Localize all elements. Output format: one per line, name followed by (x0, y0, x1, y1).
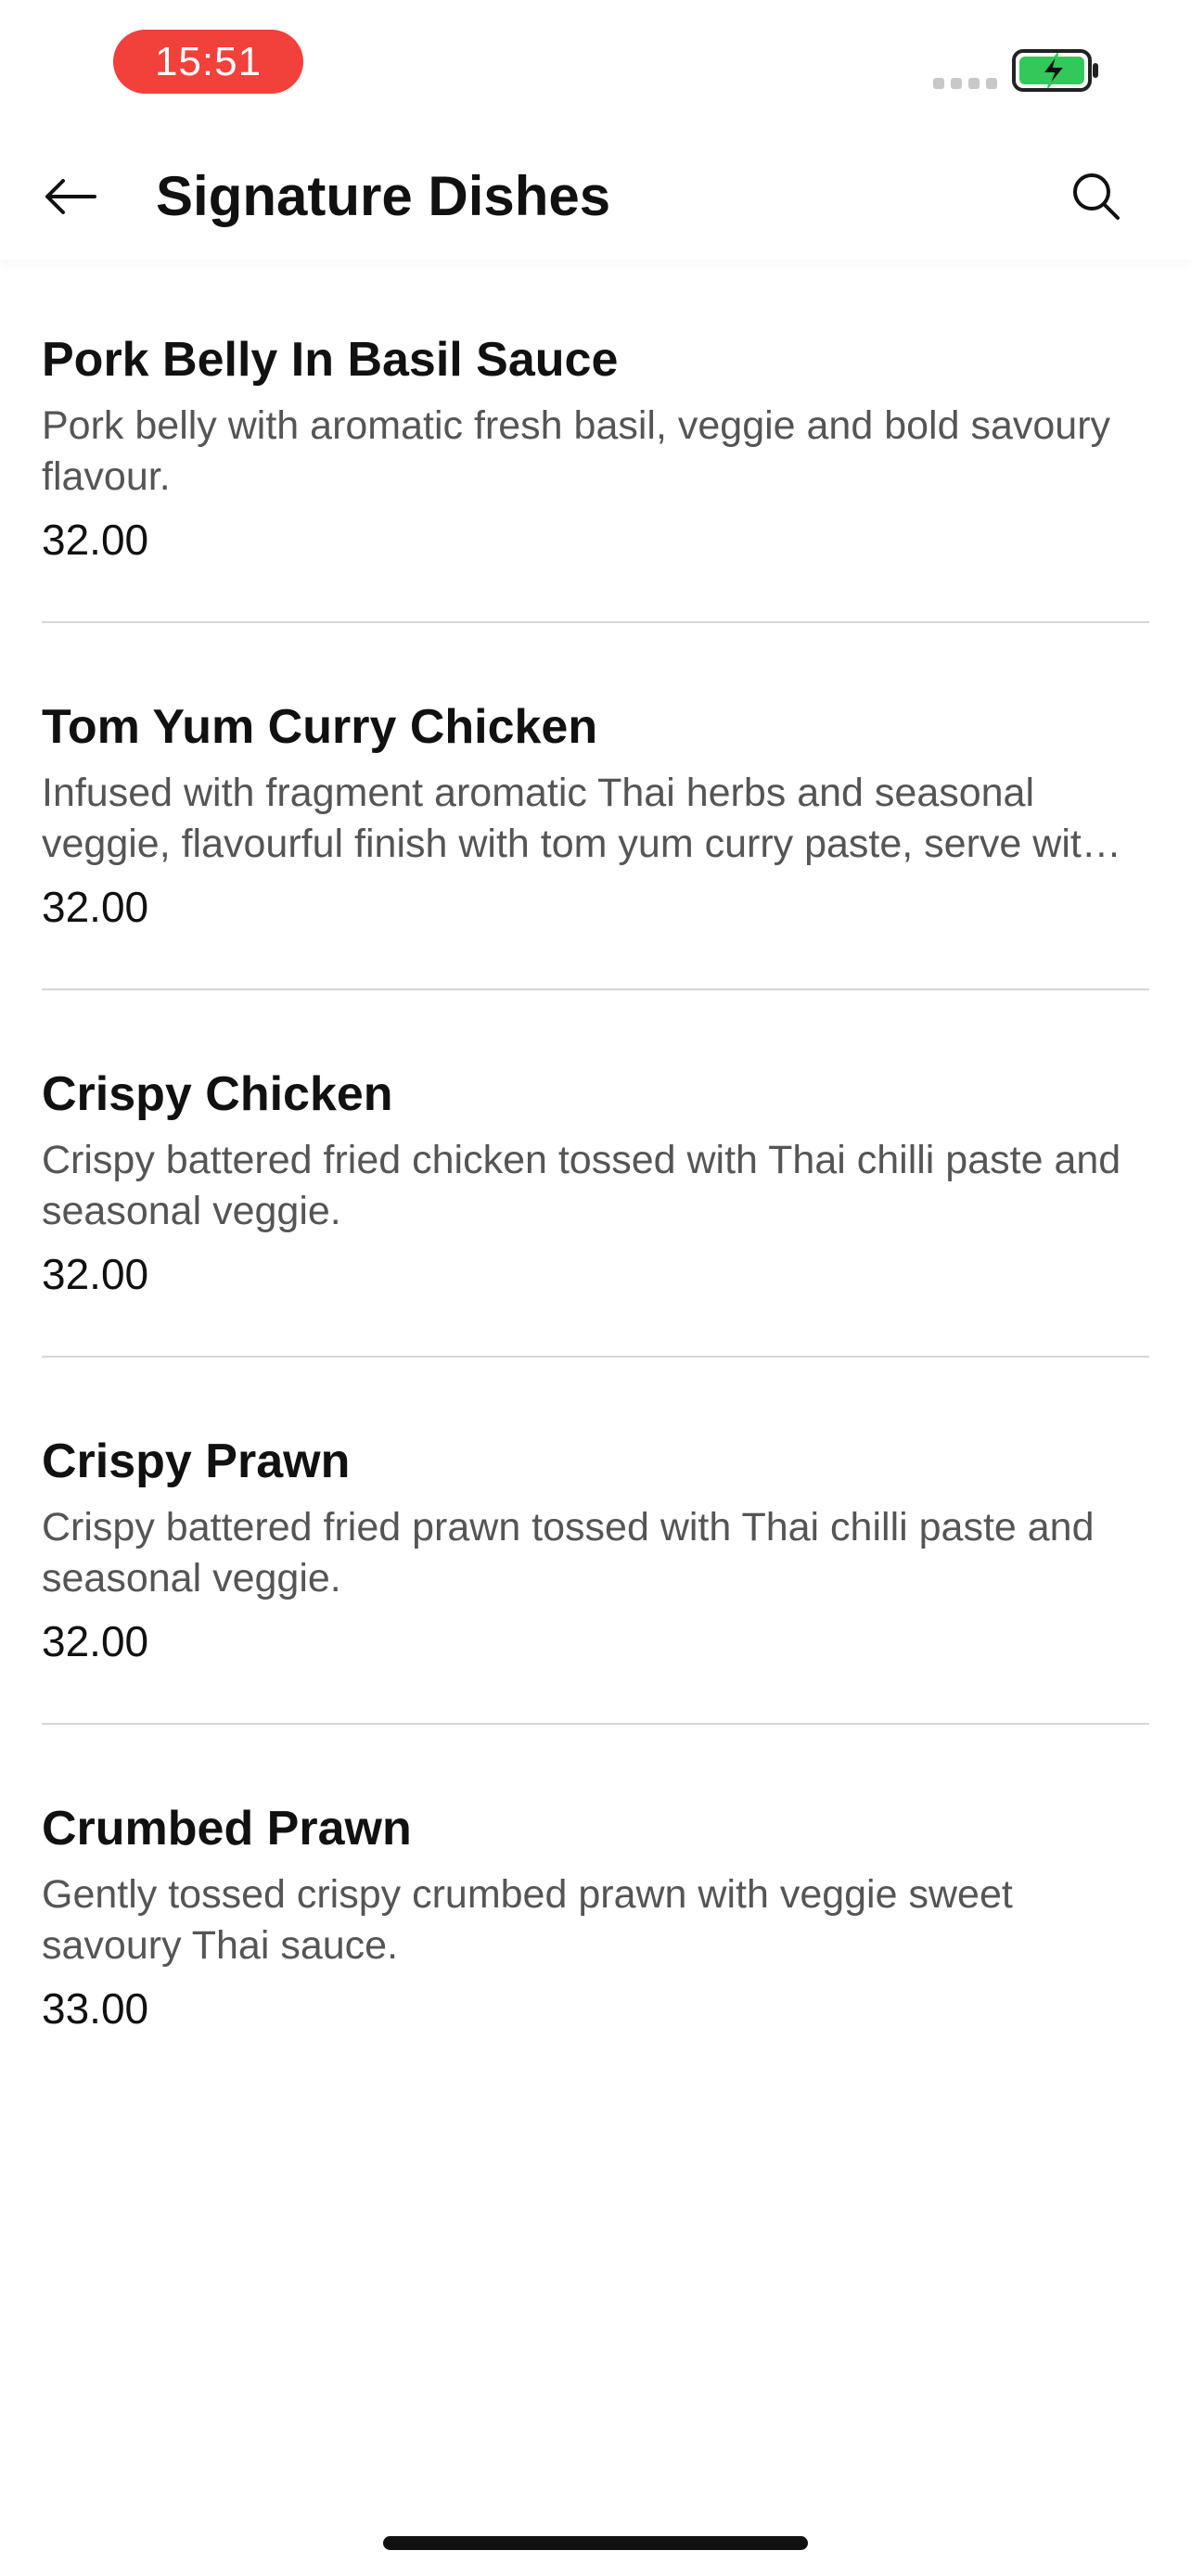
menu-item[interactable]: Crumbed Prawn Gently tossed crispy crumb… (42, 1784, 1149, 2151)
search-icon (1073, 173, 1120, 220)
signal-dots-icon (933, 78, 997, 89)
dish-price: 32.00 (42, 1617, 149, 1665)
menu-item[interactable]: Crispy Chicken Crispy battered fried chi… (42, 1050, 1149, 1417)
battery-charging-icon (1011, 48, 1100, 93)
menu-item[interactable]: Tom Yum Curry Chicken Infused with fragm… (42, 682, 1149, 1050)
dish-description: Pork belly with aromatic fresh basil, ve… (42, 403, 1111, 499)
dish-price: 32.00 (42, 516, 149, 564)
dish-name: Crumbed Prawn (42, 1802, 412, 1855)
screen: 15:51 Signature Dishes Pork Belly In Bas… (0, 0, 1191, 2576)
menu-item[interactable]: Crispy Prawn Crispy battered fried prawn… (42, 1417, 1149, 1784)
dish-description: Gently tossed crispy crumbed prawn with … (42, 1872, 1013, 1968)
menu-list: Pork Belly In Basil Sauce Pork belly wit… (42, 315, 1149, 2151)
divider (42, 1356, 1149, 1358)
divider (42, 988, 1149, 990)
arrow-left-icon (45, 179, 96, 214)
dish-name: Pork Belly In Basil Sauce (42, 333, 619, 387)
dish-price: 32.00 (42, 1250, 149, 1298)
dish-name: Tom Yum Curry Chicken (42, 700, 598, 754)
divider (42, 1723, 1149, 1725)
dish-description: Crispy battered fried prawn tossed with … (42, 1505, 1095, 1600)
search-button[interactable] (1063, 163, 1130, 230)
dish-description: Infused with fragment aromatic Thai herb… (42, 771, 1121, 866)
dish-price: 33.00 (42, 1984, 149, 2033)
dish-name: Crispy Prawn (42, 1435, 351, 1488)
dish-description: Crispy battered fried chicken tossed wit… (42, 1138, 1121, 1233)
status-time: 15:51 (113, 30, 303, 94)
divider (42, 621, 1149, 623)
dish-price: 32.00 (42, 883, 149, 931)
back-button[interactable] (37, 163, 104, 230)
app-header: Signature Dishes (0, 130, 1191, 260)
home-indicator[interactable] (383, 2536, 808, 2550)
page-title: Signature Dishes (156, 165, 611, 227)
menu-item[interactable]: Pork Belly In Basil Sauce Pork belly wit… (42, 315, 1149, 682)
dish-name: Crispy Chicken (42, 1067, 393, 1121)
